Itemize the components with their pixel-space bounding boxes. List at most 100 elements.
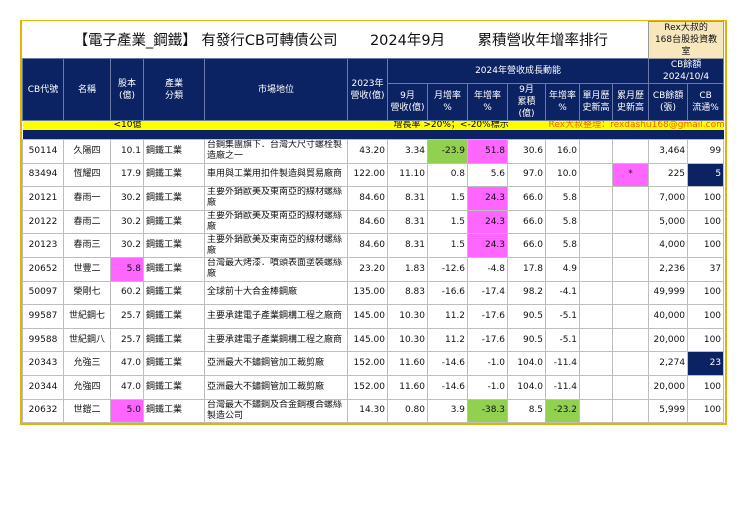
cell-capital: 25.7 bbox=[110, 304, 144, 329]
cell-code: 20343 bbox=[22, 351, 64, 376]
cell-cb-float: 100 bbox=[687, 398, 725, 424]
header-market: 市場地位 bbox=[204, 58, 348, 121]
table-row: 50097 榮剛七 60.2 鋼鐵工業 全球前十大合金棒鋼廠 135.00 8.83 -16.… bbox=[22, 280, 725, 306]
cell-market: 主要承建電子產業鋼構工程之廠商 bbox=[204, 304, 348, 329]
cell-cum-yoy: -4.1 bbox=[545, 280, 581, 306]
cell-cum-yoy: -23.2 bbox=[545, 398, 581, 424]
cell-rev2023: 145.00 bbox=[347, 304, 388, 329]
table-row: 83494 恆耀四 17.9 鋼鐵工業 車用與工業用扣件製造與貿易廠商 122.00 11.… bbox=[22, 162, 725, 188]
cell-mom: -14.6 bbox=[426, 374, 469, 400]
cell-sep-rev: 8.31 bbox=[387, 186, 428, 211]
cell-cb-float: 23 bbox=[687, 351, 725, 376]
cell-cum-high bbox=[612, 351, 650, 376]
cell-cb-float: 99 bbox=[687, 139, 725, 164]
cell-cb-float: 100 bbox=[687, 304, 725, 329]
cell-code: 20121 bbox=[22, 186, 64, 211]
cell-mom: -12.6 bbox=[426, 256, 469, 282]
cell-month-high bbox=[579, 398, 614, 424]
cell-cb-balance: 40,000 bbox=[648, 304, 689, 329]
cell-industry: 鋼鐵工業 bbox=[143, 256, 205, 282]
cell-sep-rev: 11.10 bbox=[387, 162, 428, 188]
ranking-table: 【電子產業_鋼鐵】 有發行CB可轉債公司 2024年9月 累積營收年增率排行 R… bbox=[22, 21, 725, 424]
cell-cum-yoy: 10.0 bbox=[545, 162, 581, 188]
cell-sep-rev: 0.80 bbox=[387, 398, 428, 424]
header-sep-cum: 9月 累積(億) bbox=[507, 83, 547, 121]
cell-cb-balance: 5,999 bbox=[648, 398, 689, 424]
cell-cum-yoy: 5.8 bbox=[545, 209, 581, 235]
cell-cb-balance: 49,999 bbox=[648, 280, 689, 306]
cell-market: 車用與工業用扣件製造與貿易廠商 bbox=[204, 162, 348, 188]
header-cum-yoy: 年增率 % bbox=[545, 83, 581, 121]
cell-cum-yoy: -5.1 bbox=[545, 327, 581, 353]
cell-month-high bbox=[579, 233, 614, 258]
cell-yoy: 51.8 bbox=[467, 139, 509, 164]
cell-cb-float: 100 bbox=[687, 186, 725, 211]
cell-market: 主要承建電子產業鋼構工程之廠商 bbox=[204, 327, 348, 353]
ranking-label: 累積營收年增率排行 bbox=[477, 33, 609, 50]
table-row: 20632 世鎧二 5.0 鋼鐵工業 台灣最大不鏽鋼及合金鋼複合螺絲製造公司 14.30 0… bbox=[22, 398, 725, 424]
cell-capital: 5.8 bbox=[110, 256, 144, 282]
brand-line-1: Rex大叔的 bbox=[664, 23, 708, 33]
cell-sep-rev: 3.34 bbox=[387, 139, 428, 164]
brand-line-2: 168台股投資教室 bbox=[654, 35, 718, 57]
cell-mom: 11.2 bbox=[426, 304, 469, 329]
cell-cb-balance: 7,000 bbox=[648, 186, 689, 211]
header-rev2023: 2023年 營收(億) bbox=[347, 58, 388, 121]
header-cb-group: CB餘額 2024/10/4 bbox=[648, 58, 725, 84]
cell-cb-balance: 3,464 bbox=[648, 139, 689, 164]
cell-rev2023: 23.20 bbox=[347, 256, 388, 282]
cell-month-high bbox=[579, 256, 614, 282]
cell-mom: -14.6 bbox=[426, 351, 469, 376]
cell-cb-balance: 5,000 bbox=[648, 209, 689, 235]
header-name: 名稱 bbox=[63, 58, 111, 121]
cell-cum-high bbox=[612, 209, 650, 235]
cell-sep-rev: 10.30 bbox=[387, 304, 428, 329]
cell-code: 20344 bbox=[22, 374, 64, 400]
cell-month-high bbox=[579, 351, 614, 376]
cell-cb-balance: 20,000 bbox=[648, 374, 689, 400]
cell-capital: 30.2 bbox=[110, 186, 144, 211]
cell-cum-yoy: -5.1 bbox=[545, 304, 581, 329]
cell-sep-rev: 1.83 bbox=[387, 256, 428, 282]
cell-industry: 鋼鐵工業 bbox=[143, 186, 205, 211]
cell-cum-high bbox=[612, 398, 650, 424]
cell-industry: 鋼鐵工業 bbox=[143, 398, 205, 424]
cell-code: 99588 bbox=[22, 327, 64, 353]
cell-market: 亞洲最大不鏽鋼管加工裁剪廠 bbox=[204, 374, 348, 400]
cell-yoy: 24.3 bbox=[467, 186, 509, 211]
cell-industry: 鋼鐵工業 bbox=[143, 280, 205, 306]
cell-industry: 鋼鐵工業 bbox=[143, 139, 205, 164]
header-month-high: 單月歷 史新高 bbox=[579, 83, 614, 121]
table-row: 20652 世豐二 5.8 鋼鐵工業 台灣最大烤漆．噴頭表面塗裝螺絲廠 23.20 1.83… bbox=[22, 256, 725, 282]
cell-rev2023: 152.00 bbox=[347, 351, 388, 376]
cell-capital: 30.2 bbox=[110, 233, 144, 258]
cell-rev2023: 84.60 bbox=[347, 209, 388, 235]
cell-cum-high bbox=[612, 327, 650, 353]
cell-capital: 5.0 bbox=[110, 398, 144, 424]
header-row-1: CB代號 名稱 股本 (億) 產業 分類 市場地位 2023年 營收(億) 20… bbox=[22, 58, 725, 121]
cell-cum-high bbox=[612, 256, 650, 282]
cell-rev2023: 135.00 bbox=[347, 280, 388, 306]
cell-cb-float: 100 bbox=[687, 209, 725, 235]
cell-sep-cum: 30.6 bbox=[507, 139, 547, 164]
cell-capital: 30.2 bbox=[110, 209, 144, 235]
legend-row: <10億 增長率 >20%；<-20%標示 Rex大叔整理：rexdashu16… bbox=[22, 120, 724, 130]
cell-mom: 11.2 bbox=[426, 327, 469, 353]
cell-sep-cum: 90.5 bbox=[507, 304, 547, 329]
cell-mom: 1.5 bbox=[426, 186, 469, 211]
cell-yoy: -38.3 bbox=[467, 398, 509, 424]
cell-rev2023: 122.00 bbox=[347, 162, 388, 188]
cell-code: 20123 bbox=[22, 233, 64, 258]
cell-name: 允強四 bbox=[63, 374, 111, 400]
cell-mom: 1.5 bbox=[426, 209, 469, 235]
cell-cum-high bbox=[612, 304, 650, 329]
table-row: 50114 久陽四 10.1 鋼鐵工業 台鋼集團旗下．台灣大尺寸螺栓製造廠之一 43.20… bbox=[22, 139, 725, 164]
cell-code: 99587 bbox=[22, 304, 64, 329]
header-industry: 產業 分類 bbox=[143, 58, 205, 121]
cell-cb-float: 100 bbox=[687, 233, 725, 258]
cell-market: 主要外銷歐美及東南亞的線材螺絲廠 bbox=[204, 233, 348, 258]
cell-sep-cum: 66.0 bbox=[507, 233, 547, 258]
cell-cb-float: 100 bbox=[687, 280, 725, 306]
cell-sep-cum: 8.5 bbox=[507, 398, 547, 424]
cell-cb-balance: 2,236 bbox=[648, 256, 689, 282]
